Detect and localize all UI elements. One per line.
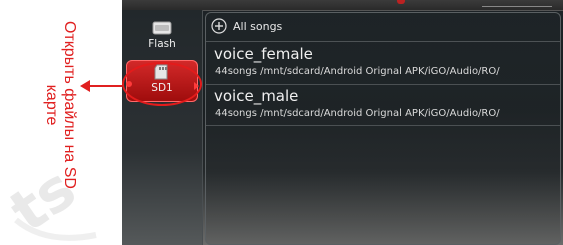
plus-circle-icon (211, 18, 227, 34)
watermark-logo: ts (6, 154, 97, 245)
folder-name: voice_male (214, 87, 299, 105)
list-item[interactable]: voice_male 44songs /mnt/sdcard/Android O… (206, 87, 560, 123)
file-browser-screen: Flash SD1 All songs voice_female 44songs… (122, 0, 563, 245)
selection-arrow-icon (194, 82, 199, 90)
list-item[interactable]: voice_female 44songs /mnt/sdcard/Android… (206, 45, 560, 81)
row-divider (206, 84, 560, 85)
highlight-dot-icon (126, 81, 132, 87)
row-divider (206, 125, 560, 126)
all-songs-button[interactable]: All songs (206, 13, 560, 42)
sidebar-item-sd1[interactable]: SD1 (126, 60, 198, 102)
folder-path: 44songs /mnt/sdcard/Android Orignal APK/… (215, 108, 500, 119)
folder-path: 44songs /mnt/sdcard/Android Orignal APK/… (215, 66, 500, 77)
top-bar-line (482, 6, 552, 7)
flash-storage-icon (152, 21, 172, 35)
top-bar-indicator (397, 0, 405, 4)
annotation-arrow-icon (80, 80, 122, 92)
sd-card-icon (154, 64, 168, 80)
all-songs-label: All songs (233, 20, 283, 33)
sidebar-item-sd1-label: SD1 (151, 82, 173, 94)
song-folder-list: All songs voice_female 44songs /mnt/sdca… (205, 12, 561, 245)
svg-text:ts: ts (6, 154, 88, 245)
storage-sidebar: Flash SD1 (122, 10, 203, 245)
sidebar-item-flash-label: Flash (148, 38, 176, 50)
sidebar-item-flash[interactable]: Flash (126, 16, 198, 58)
folder-name: voice_female (214, 45, 313, 63)
annotation-area: Открыть файлы на SD карте ts (0, 0, 122, 245)
